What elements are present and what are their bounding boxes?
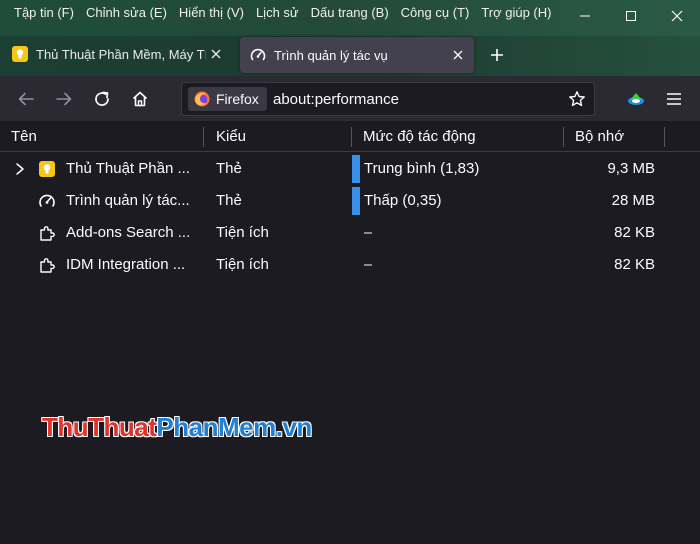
column-header-impact[interactable]: Mức độ tác động	[363, 128, 476, 145]
firefox-logo-icon	[194, 91, 210, 107]
navigation-bar: Firefox about:performance	[0, 76, 700, 122]
idm-extension-button[interactable]	[624, 87, 648, 111]
bulb-icon	[12, 46, 28, 62]
watermark-part: .vn	[275, 412, 313, 442]
plus-icon	[491, 49, 503, 61]
maximize-icon	[626, 11, 636, 21]
forward-button[interactable]	[52, 87, 76, 111]
gauge-icon	[39, 194, 55, 207]
back-button[interactable]	[14, 87, 38, 111]
maximize-button[interactable]	[608, 0, 654, 32]
tab-close-button[interactable]	[208, 46, 224, 62]
impact-bar	[352, 187, 360, 215]
url-text[interactable]: about:performance	[273, 91, 399, 108]
table-row[interactable]: Add-ons Search ... Tiện ích – 82 KB	[0, 217, 700, 249]
puzzle-icon	[40, 258, 55, 273]
column-separator	[563, 127, 564, 147]
tab-thuthuat[interactable]: Thủ Thuật Phần Mềm, Máy Tính,	[4, 36, 232, 72]
row-type: Tiện ích	[216, 224, 269, 241]
impact-bar	[352, 155, 360, 183]
tab-label: Thủ Thuật Phần Mềm, Máy Tính,	[36, 46, 206, 62]
tab-task-manager[interactable]: Trình quản lý tác vụ	[240, 37, 474, 73]
home-button[interactable]	[128, 87, 152, 111]
menu-bookmarks[interactable]: Dấu trang (B)	[305, 5, 395, 20]
back-arrow-icon	[18, 92, 34, 106]
reload-button[interactable]	[90, 87, 114, 111]
row-memory: 82 KB	[614, 224, 655, 241]
forward-arrow-icon	[56, 92, 72, 106]
tab-strip: Thủ Thuật Phần Mềm, Máy Tính, Trình quản…	[0, 36, 700, 76]
new-tab-button[interactable]	[486, 44, 508, 66]
row-memory: 9,3 MB	[607, 160, 655, 177]
column-separator	[351, 127, 352, 147]
home-icon	[132, 91, 148, 107]
reload-icon	[95, 91, 109, 106]
title-bar: Tập tin (F) Chỉnh sửa (E) Hiển thị (V) L…	[0, 0, 700, 36]
row-impact: –	[364, 256, 373, 273]
menu-help[interactable]: Trợ giúp (H)	[475, 5, 557, 20]
url-bar[interactable]: Firefox about:performance	[181, 82, 595, 116]
column-header-name[interactable]: Tên	[11, 128, 37, 145]
watermark-part: PhanMem	[156, 412, 276, 442]
tab-label: Trình quản lý tác vụ	[274, 47, 388, 63]
watermark-part: Thuat	[88, 412, 157, 442]
menu-bar: Tập tin (F) Chỉnh sửa (E) Hiển thị (V) L…	[8, 5, 557, 20]
close-icon	[671, 10, 683, 22]
gauge-icon	[250, 48, 266, 61]
close-icon	[453, 50, 463, 60]
row-memory: 28 MB	[611, 192, 655, 209]
tab-close-button[interactable]	[450, 47, 466, 63]
menu-file[interactable]: Tập tin (F)	[8, 5, 80, 20]
menu-view[interactable]: Hiển thị (V)	[173, 5, 250, 20]
table-row[interactable]: Thủ Thuật Phần ... Thẻ Trung bình (1,83)…	[0, 153, 700, 185]
column-header-type[interactable]: Kiểu	[216, 128, 246, 145]
column-separator	[664, 127, 665, 147]
app-menu-button[interactable]	[662, 87, 686, 111]
row-impact: Trung bình (1,83)	[364, 160, 480, 177]
row-type: Thẻ	[216, 192, 242, 209]
bulb-icon	[39, 161, 55, 177]
row-type: Tiện ích	[216, 256, 269, 273]
table-header: Tên Kiểu Mức độ tác động Bộ nhớ	[0, 122, 700, 152]
hamburger-menu-icon	[667, 93, 681, 105]
puzzle-icon	[40, 226, 55, 241]
row-memory: 82 KB	[614, 256, 655, 273]
table-row[interactable]: IDM Integration ... Tiện ích – 82 KB	[0, 249, 700, 281]
menu-edit[interactable]: Chỉnh sửa (E)	[80, 5, 173, 20]
table-row[interactable]: Trình quản lý tác... Thẻ Thấp (0,35) 28 …	[0, 185, 700, 217]
window-controls	[562, 0, 700, 32]
identity-label: Firefox	[216, 91, 259, 107]
identity-box[interactable]: Firefox	[188, 87, 267, 111]
minimize-button[interactable]	[562, 0, 608, 32]
row-impact: Thấp (0,35)	[364, 192, 442, 209]
idm-icon	[628, 93, 644, 105]
column-separator	[203, 127, 204, 147]
bookmark-star-icon[interactable]	[568, 90, 586, 108]
minimize-icon	[580, 15, 590, 17]
menu-tools[interactable]: Công cụ (T)	[395, 5, 476, 20]
row-name: Thủ Thuật Phần ...	[66, 160, 190, 177]
row-type: Thẻ	[216, 160, 242, 177]
row-name: Add-ons Search ...	[66, 224, 191, 241]
row-name: IDM Integration ...	[66, 256, 186, 273]
close-window-button[interactable]	[654, 0, 700, 32]
watermark-part: Thu	[42, 412, 89, 442]
chevron-right-icon[interactable]	[14, 161, 26, 177]
row-name: Trình quản lý tác...	[66, 192, 190, 209]
menu-history[interactable]: Lịch sử	[250, 5, 305, 20]
close-icon	[211, 49, 221, 59]
watermark-logo: ThuThuatPhanMem.vn	[42, 412, 312, 443]
column-header-memory[interactable]: Bộ nhớ	[575, 128, 624, 145]
row-impact: –	[364, 224, 373, 241]
